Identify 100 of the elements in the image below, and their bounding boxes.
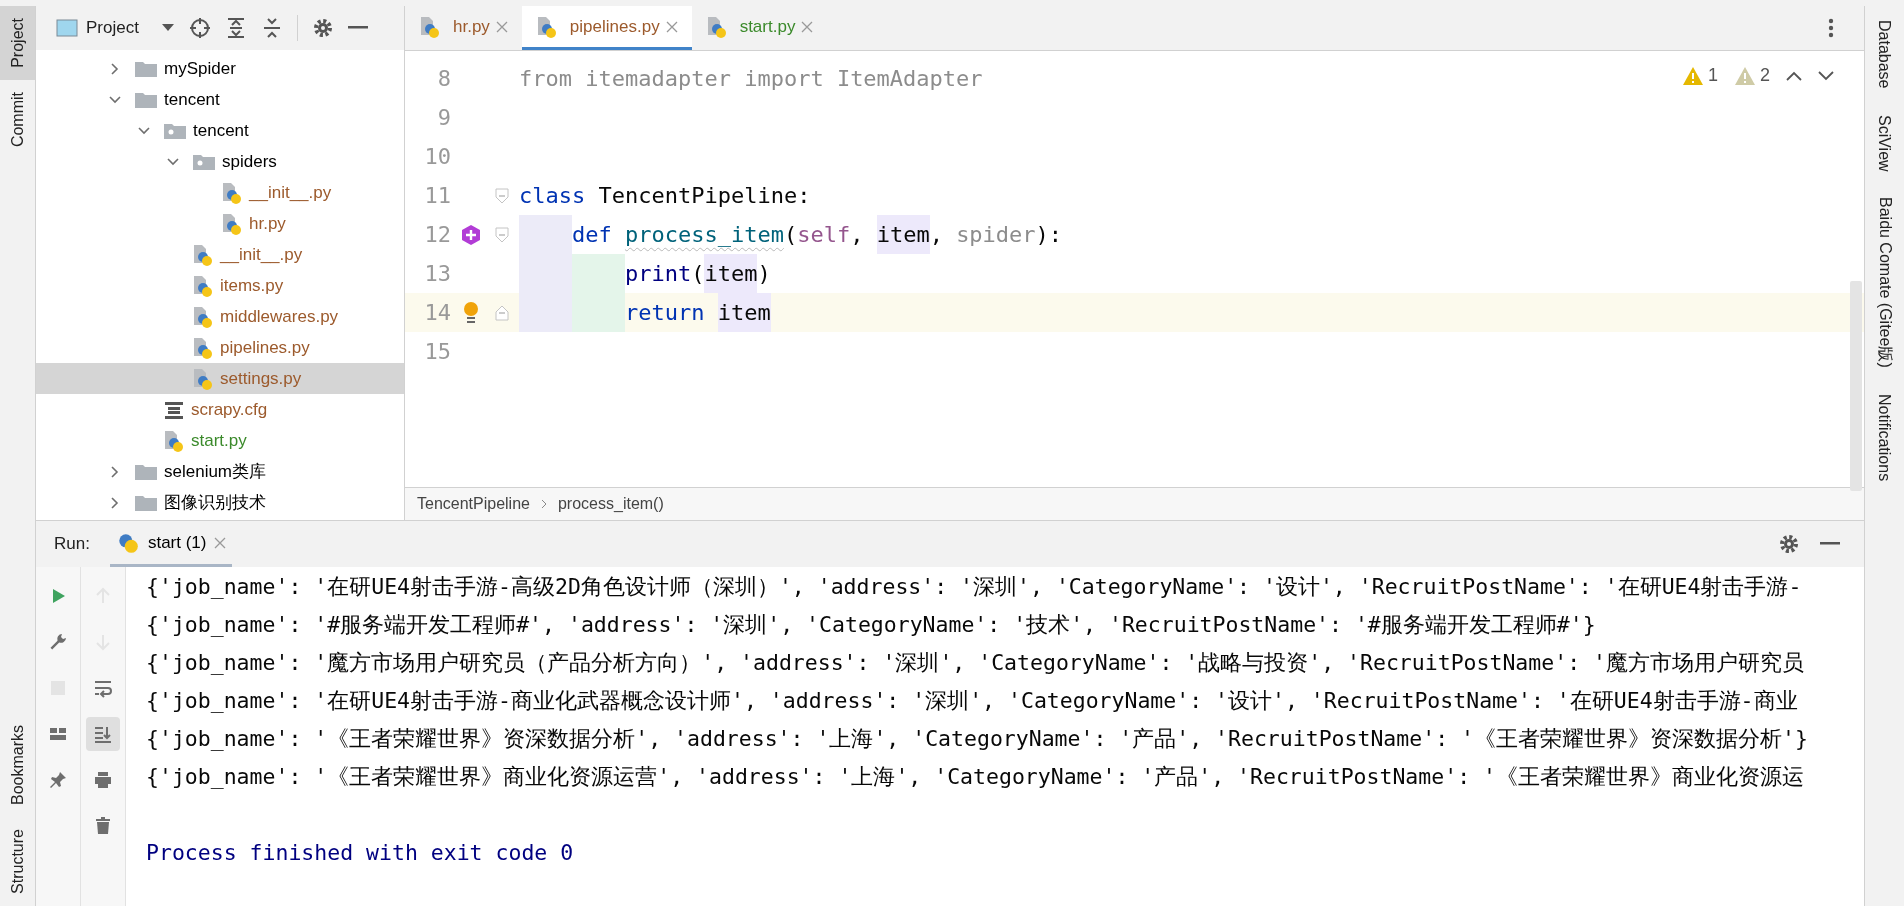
soft-wrap-icon [93,678,113,698]
tool-window-button[interactable]: Project [0,6,35,80]
scroll-end-button[interactable] [86,717,120,751]
editor-tab[interactable]: pipelines.py [521,6,692,50]
code-text: ( [691,261,705,286]
indent-guide [571,293,625,332]
code-text: , [929,222,944,247]
line-number: 15 [423,339,451,364]
line-number: 11 [423,183,451,208]
tree-item[interactable]: __init__.py [36,239,404,270]
python-file-icon [192,336,214,359]
tree-item[interactable]: start.py [36,425,404,456]
tool-window-button[interactable]: Bookmarks [0,713,35,818]
self-parameter: self [797,222,851,247]
tree-item[interactable]: items.py [36,270,404,301]
wrench-icon [48,632,68,652]
code-text: ) [757,261,771,286]
tree-item[interactable]: tencent [36,84,404,115]
python-file-icon [192,274,214,297]
console-output-line: {'job_name': '#服务端开发工程师#', 'address': '深圳', 'CategoryName': '技术', 'RecruitPostName': '#服务端开发工程师#'} [146,610,1597,639]
bulb-icon[interactable] [462,300,480,325]
tree-item[interactable]: pipelines.py [36,332,404,363]
code-text: ): [1035,222,1063,247]
code-keyword: return [624,300,706,325]
line-number: 9 [436,105,451,130]
line-number: 14 [423,300,451,325]
next-icon[interactable] [1818,70,1834,81]
tool-window-button[interactable]: Commit [0,79,35,159]
panel-title: Run: [54,534,90,554]
console-output-line: {'job_name': '《王者荣耀世界》资深数据分析', 'address': '上海', 'CategoryName': '产品', 'RecruitPostName': '《王者荣耀世界》资深数据分析'} [146,724,1809,753]
previous-icon[interactable] [1786,70,1802,81]
tree-item[interactable]: 图像识别技术 [36,487,404,518]
line-number: 10 [423,144,451,169]
dropdown-icon[interactable] [160,23,175,33]
warning-icon [1734,65,1756,86]
minimize-icon[interactable] [1820,542,1840,546]
python-file-icon [192,243,214,266]
unused-code: from itemadapter import ItemAdapter [519,66,983,91]
python-file-icon [535,15,558,38]
pin-icon [48,770,68,790]
tree-item[interactable]: settings.py [36,363,404,394]
console-output-line: {'job_name': '在研UE4射击手游-高级2D角色设计师（深圳）', 'address': '深圳', 'CategoryName': '设计', 'RecruitPostName': '在研UE4射击手游- [146,572,1803,601]
inspection-count[interactable]: 2 [1734,65,1770,86]
code-text: , [850,222,865,247]
python-file-icon [705,15,728,38]
unused-code: spider [956,222,1036,247]
config-file-icon [163,399,185,420]
editor-tab[interactable]: hr.py [405,6,522,50]
highlighted-reference: item [717,293,771,332]
line-number: 8 [436,66,451,91]
tab-label: start (1) [147,532,207,553]
console-output-line: {'job_name': '《王者荣耀世界》商业化资源运营', 'address': '上海', 'CategoryName': '产品', 'RecruitPostName': '《王者荣耀世界》商业化资源运 [146,762,1805,791]
console-output-line: {'job_name': '在研UE4射击手游-商业化武器概念设计师', 'address': '深圳', 'CategoryName': '设计', 'RecruitPostName': '在研UE4射击手游-商业 [146,686,1799,715]
close-icon[interactable] [495,20,508,33]
tree-item[interactable]: scrapy.cfg [36,394,404,425]
indent-guide [519,293,572,332]
trash-icon [93,816,113,836]
tool-window-button[interactable]: SciView [1865,114,1903,172]
python-file-icon [192,305,214,328]
tree-item[interactable]: hr.py [36,208,404,239]
scrollbar[interactable] [1850,281,1862,491]
implement-icon[interactable] [460,223,482,246]
minimize-icon[interactable] [347,26,368,30]
settings-icon[interactable] [1778,533,1800,555]
tool-window-button[interactable]: Database [1865,20,1903,89]
code-keyword: class [519,183,586,208]
inspection-count[interactable]: 1 [1681,65,1718,86]
scroll-to-end-icon [93,724,113,744]
python-file-icon [221,212,243,235]
tool-window-button[interactable]: Structure [0,817,35,906]
line-number: 13 [423,261,451,286]
panel-title[interactable]: Project [86,18,139,38]
builtin-name: print [624,261,692,286]
line-number: 12 [423,222,451,247]
tree-item[interactable]: mySpider [36,53,404,84]
tree-item[interactable]: selenium类库 [36,456,404,487]
printer-icon [93,770,113,790]
console-output-line: {'job_name': '魔方市场用户研究员（产品分析方向）', 'address': '深圳', 'CategoryName': '战略与投资', 'RecruitPostName': '魔方市场用户研究员 [146,648,1805,677]
function-name: process_item [624,222,784,247]
more-icon[interactable] [1828,18,1834,38]
breadcrumb[interactable]: process_item() [557,495,664,513]
tree-item[interactable]: tencent [36,115,404,146]
python-file-icon [419,15,441,38]
code-text: TencentPipeline: [597,183,811,208]
tree-item[interactable]: spiders [36,146,404,177]
close-icon[interactable] [214,536,227,549]
close-icon[interactable] [801,20,814,33]
editor-tab[interactable]: start.py [691,6,828,50]
close-icon[interactable] [665,20,678,33]
tree-item[interactable]: __init__.py [36,177,404,208]
settings-icon[interactable] [311,17,334,39]
python-file-icon [163,429,185,452]
tool-window-button[interactable]: Notifications [1865,393,1903,481]
code-keyword: def [571,222,613,247]
tool-window-button[interactable]: Baidu Comate (Gitee版) [1865,197,1903,368]
run-tab[interactable]: start (1) [109,521,233,567]
chevron-right-icon [539,499,548,509]
breadcrumb[interactable]: TencentPipeline [417,495,530,513]
tree-item[interactable]: middlewares.py [36,301,404,332]
locate-icon[interactable] [188,17,211,39]
